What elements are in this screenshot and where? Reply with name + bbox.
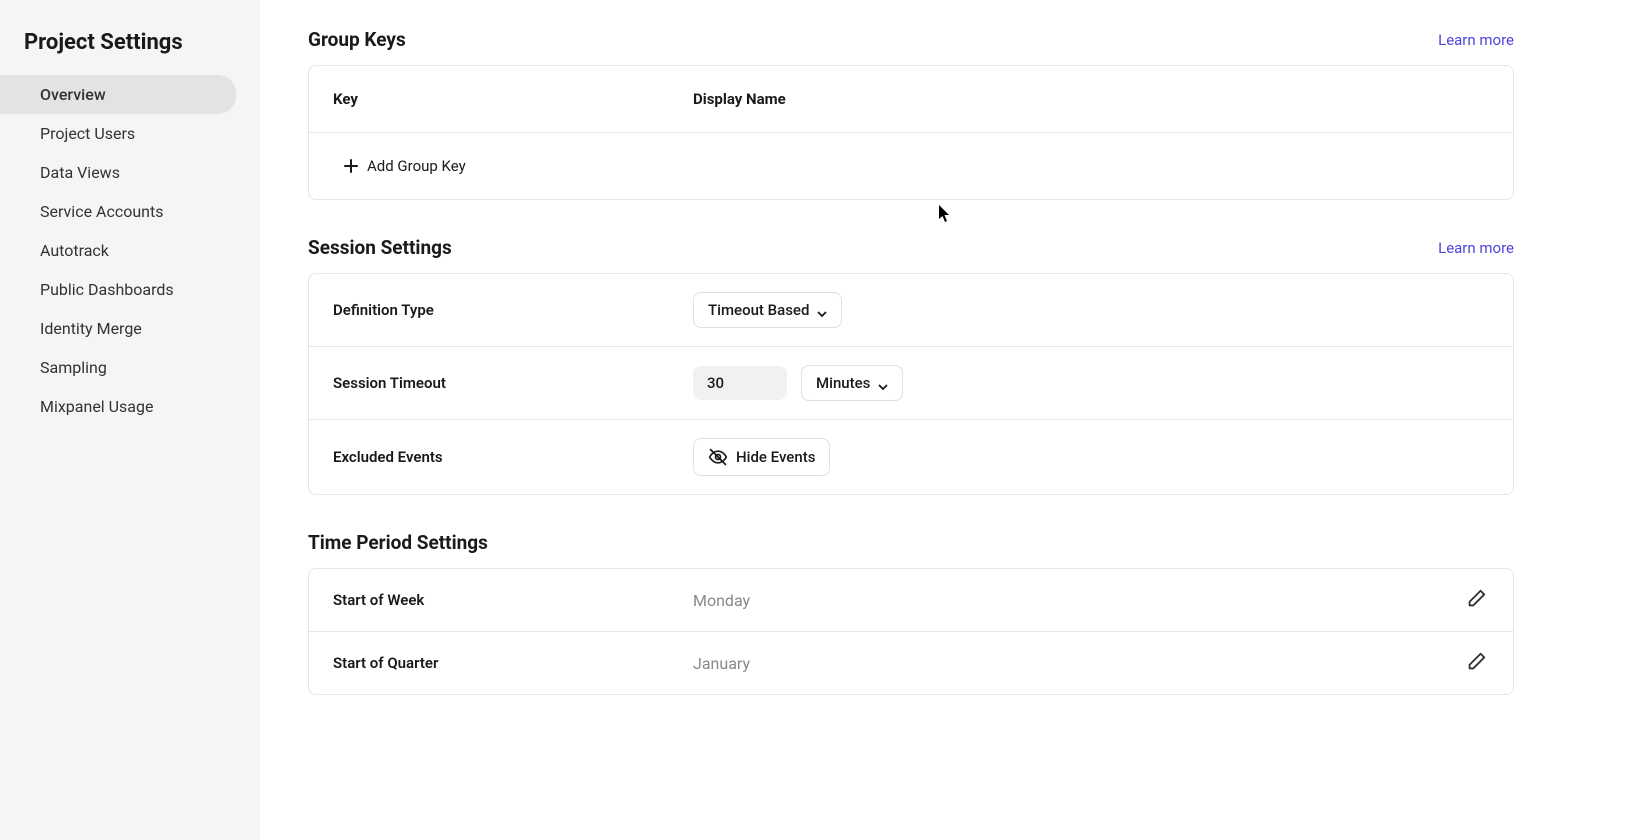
value-definition-type: Timeout Based xyxy=(693,292,1489,328)
sidebar-item-project-users[interactable]: Project Users xyxy=(0,114,236,153)
sidebar-nav: Overview Project Users Data Views Servic… xyxy=(0,75,260,426)
learn-more-link-group-keys[interactable]: Learn more xyxy=(1438,31,1514,49)
eye-off-icon xyxy=(708,447,728,467)
sidebar-item-autotrack[interactable]: Autotrack xyxy=(0,231,236,270)
sidebar-item-label: Autotrack xyxy=(40,241,109,260)
plus-icon xyxy=(343,158,359,174)
section-title-session-settings: Session Settings xyxy=(308,236,452,259)
sidebar-item-label: Service Accounts xyxy=(40,202,163,221)
sidebar-item-mixpanel-usage[interactable]: Mixpanel Usage xyxy=(0,387,236,426)
definition-type-dropdown[interactable]: Timeout Based xyxy=(693,292,842,328)
group-keys-table-header: Key Display Name xyxy=(309,66,1513,133)
group-keys-add-row: Add Group Key xyxy=(309,133,1513,199)
label-session-timeout: Session Timeout xyxy=(333,374,693,392)
section-title-group-keys: Group Keys xyxy=(308,28,406,51)
sidebar-item-label: Public Dashboards xyxy=(40,280,174,299)
definition-type-value: Timeout Based xyxy=(708,301,809,319)
row-session-timeout: Session Timeout Minutes xyxy=(309,347,1513,420)
pencil-icon xyxy=(1465,651,1487,676)
learn-more-link-session-settings[interactable]: Learn more xyxy=(1438,239,1514,257)
session-timeout-input[interactable] xyxy=(693,366,787,400)
sidebar-item-label: Data Views xyxy=(40,163,120,182)
sidebar-item-overview[interactable]: Overview xyxy=(0,75,236,114)
col-header-display-name: Display Name xyxy=(693,90,1489,108)
sidebar-item-label: Project Users xyxy=(40,124,135,143)
section-header: Session Settings Learn more xyxy=(308,236,1514,259)
sidebar-item-label: Sampling xyxy=(40,358,107,377)
section-group-keys: Group Keys Learn more Key Display Name A… xyxy=(308,28,1514,200)
value-session-timeout: Minutes xyxy=(693,365,1489,401)
section-title-time-period-settings: Time Period Settings xyxy=(308,531,488,554)
session-timeout-unit-dropdown[interactable]: Minutes xyxy=(801,365,903,401)
group-keys-card: Key Display Name Add Group Key xyxy=(308,65,1514,200)
sidebar-title: Project Settings xyxy=(0,30,260,75)
sidebar-item-public-dashboards[interactable]: Public Dashboards xyxy=(0,270,236,309)
value-start-of-week: Monday xyxy=(693,591,1429,610)
chevron-down-icon xyxy=(817,305,827,315)
edit-start-of-week-button[interactable] xyxy=(1463,587,1489,613)
label-start-of-week: Start of Week xyxy=(333,591,693,609)
section-header: Time Period Settings xyxy=(308,531,1514,554)
edit-cell xyxy=(1429,650,1489,676)
row-excluded-events: Excluded Events Hide Events xyxy=(309,420,1513,494)
main-content: Group Keys Learn more Key Display Name A… xyxy=(260,0,1634,840)
row-definition-type: Definition Type Timeout Based xyxy=(309,274,1513,347)
label-definition-type: Definition Type xyxy=(333,301,693,319)
sidebar-item-data-views[interactable]: Data Views xyxy=(0,153,236,192)
start-of-week-value: Monday xyxy=(693,591,750,610)
col-header-key: Key xyxy=(333,90,693,108)
row-start-of-quarter: Start of Quarter January xyxy=(309,632,1513,694)
label-start-of-quarter: Start of Quarter xyxy=(333,654,693,672)
label-excluded-events: Excluded Events xyxy=(333,448,693,466)
start-of-quarter-value: January xyxy=(693,654,750,673)
row-start-of-week: Start of Week Monday xyxy=(309,569,1513,632)
sidebar-item-label: Mixpanel Usage xyxy=(40,397,153,416)
sidebar-item-identity-merge[interactable]: Identity Merge xyxy=(0,309,236,348)
session-timeout-unit: Minutes xyxy=(816,374,870,392)
section-session-settings: Session Settings Learn more Definition T… xyxy=(308,236,1514,495)
section-time-period-settings: Time Period Settings Start of Week Monda… xyxy=(308,531,1514,695)
edit-start-of-quarter-button[interactable] xyxy=(1463,650,1489,676)
value-start-of-quarter: January xyxy=(693,654,1429,673)
session-settings-card: Definition Type Timeout Based Session Ti… xyxy=(308,273,1514,495)
add-group-key-button[interactable]: Add Group Key xyxy=(333,157,476,175)
section-header: Group Keys Learn more xyxy=(308,28,1514,51)
add-group-key-label: Add Group Key xyxy=(367,157,466,175)
time-period-card: Start of Week Monday Start of Quarte xyxy=(308,568,1514,695)
edit-cell xyxy=(1429,587,1489,613)
value-excluded-events: Hide Events xyxy=(693,438,1489,476)
sidebar-item-label: Overview xyxy=(40,85,106,104)
chevron-down-icon xyxy=(878,378,888,388)
sidebar: Project Settings Overview Project Users … xyxy=(0,0,260,840)
pencil-icon xyxy=(1465,588,1487,613)
sidebar-item-sampling[interactable]: Sampling xyxy=(0,348,236,387)
sidebar-item-service-accounts[interactable]: Service Accounts xyxy=(0,192,236,231)
hide-events-label: Hide Events xyxy=(736,448,815,466)
hide-events-button[interactable]: Hide Events xyxy=(693,438,830,476)
sidebar-item-label: Identity Merge xyxy=(40,319,142,338)
